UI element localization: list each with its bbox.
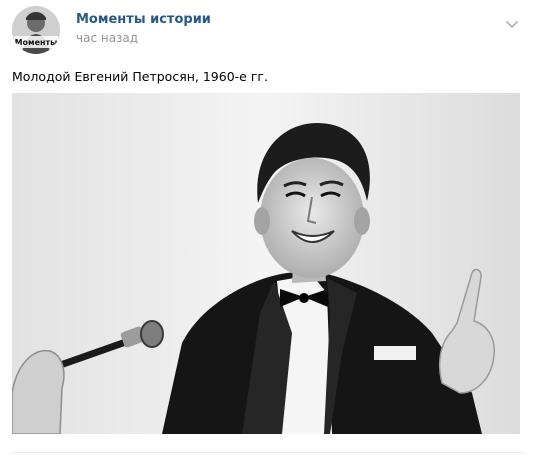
photo-young-man-with-microphone <box>12 93 520 434</box>
avatar[interactable]: Моменты <box>12 6 60 54</box>
chevron-down-icon[interactable] <box>504 16 520 32</box>
avatar-logo-text: Моменты <box>15 38 58 47</box>
author-name-link[interactable]: Моменты истории <box>76 12 211 27</box>
post-time[interactable]: час назад <box>76 31 138 45</box>
avatar-image: Моменты <box>12 6 60 54</box>
post-photo[interactable] <box>12 93 520 434</box>
post-caption: Молодой Евгений Петросян, 1960-е гг. <box>12 69 268 84</box>
post-header: Моменты Моменты истории час назад <box>12 6 524 54</box>
post-card: Моменты Моменты истории час назад Молодо… <box>0 0 536 464</box>
post-divider <box>12 452 524 453</box>
